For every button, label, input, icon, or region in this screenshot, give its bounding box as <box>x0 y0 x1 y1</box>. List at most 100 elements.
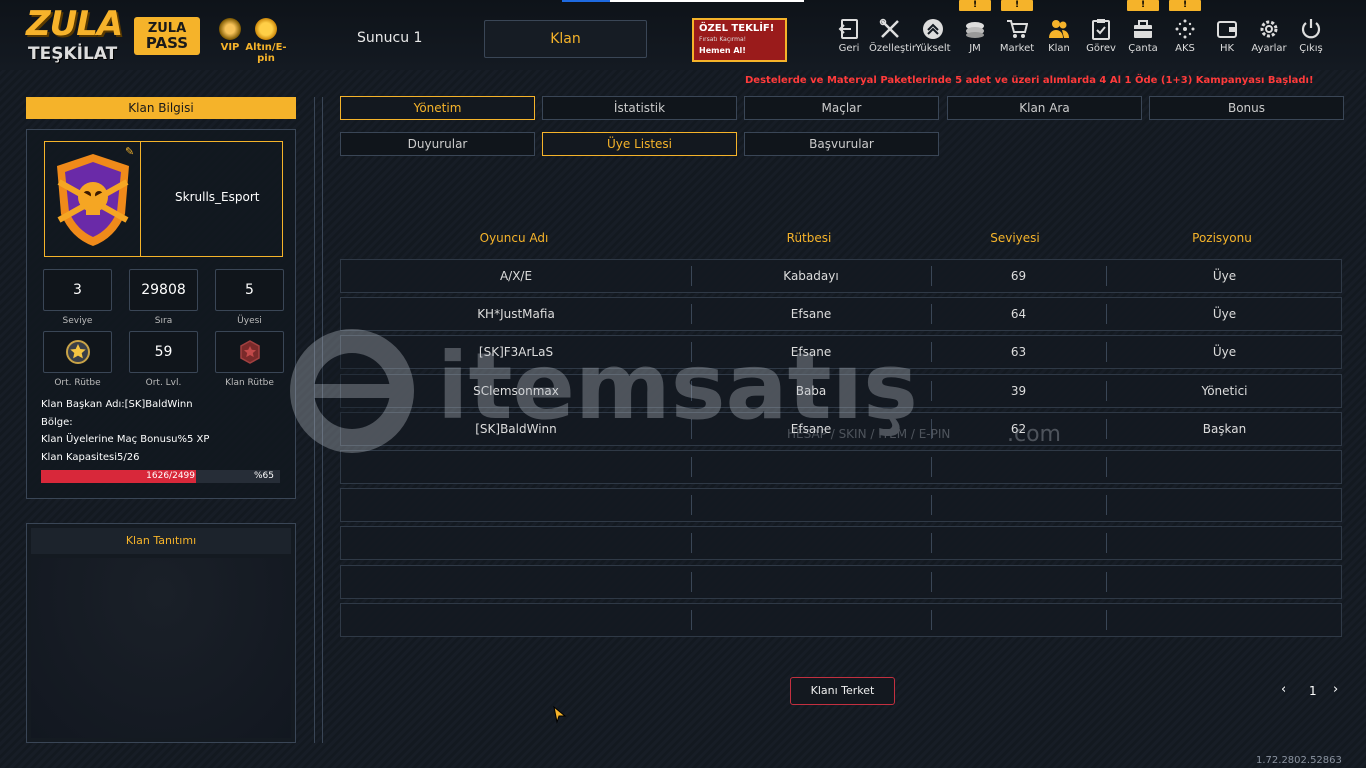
nav-back[interactable]: Geri <box>828 18 870 58</box>
special-offer-button[interactable]: ÖZEL TEKLİF! Fırsatı Kaçırma! Hemen Al! <box>692 18 787 62</box>
cell-divider <box>691 380 692 401</box>
cell-divider <box>931 342 932 363</box>
edit-pencil-icon[interactable]: ✎ <box>125 145 134 158</box>
prev-page-button[interactable]: ‹ <box>1281 682 1286 697</box>
offer-cta: Hemen Al! <box>699 46 746 55</box>
rank-cell <box>691 604 931 636</box>
player-name-cell <box>341 451 691 483</box>
clan-description-panel: Klan Tanıtımı <box>26 523 296 743</box>
section-title-box: Klan <box>484 20 647 58</box>
next-page-button[interactable]: › <box>1333 682 1338 697</box>
position-cell <box>1106 527 1343 559</box>
table-row[interactable]: KH*JustMafia Efsane 64 Üye <box>340 297 1342 332</box>
tab-uye-listesi[interactable]: Üye Listesi <box>542 132 737 156</box>
player-name-cell: [SK]BaldWinn <box>475 421 557 436</box>
gear-icon <box>1260 20 1278 38</box>
position-cell: Üye <box>1212 345 1237 360</box>
nav-label: Yükselt <box>915 43 951 54</box>
table-row[interactable] <box>340 450 1342 484</box>
nav-label: Görev <box>1086 43 1116 54</box>
column-header-player[interactable]: Oyuncu Adı <box>414 231 614 245</box>
divider <box>314 97 315 743</box>
nav-aks[interactable]: AKS <box>1164 18 1206 58</box>
tab-maclar[interactable]: Maçlar <box>744 96 939 120</box>
cell-divider <box>931 533 932 554</box>
nav-task[interactable]: Görev <box>1080 18 1122 58</box>
level-cell <box>931 604 1106 636</box>
rank-cell: Kabadayı <box>783 269 839 283</box>
table-row[interactable] <box>340 526 1343 561</box>
cell-divider <box>1106 571 1107 592</box>
rank-cell <box>691 527 931 559</box>
cell-divider <box>691 533 692 554</box>
zula-logo: ZULA TEŞKİLAT <box>26 6 123 66</box>
stat-avg-rank <box>43 331 112 373</box>
skull-shield-icon <box>57 154 129 246</box>
coins-icon <box>966 22 984 38</box>
stat-clan-rank <box>215 331 284 373</box>
table-row[interactable] <box>340 602 1342 637</box>
position-cell: Başkan <box>1202 421 1247 436</box>
tab-duyurular[interactable]: Duyurular <box>340 132 535 156</box>
level-cell <box>931 566 1106 598</box>
offer-title: ÖZEL TEKLİF! <box>699 23 775 34</box>
level-cell: 39 <box>1010 383 1027 398</box>
table-row[interactable] <box>340 488 1342 523</box>
vip-crown-icon <box>219 18 241 40</box>
player-name-cell: KH*JustMafia <box>477 307 555 322</box>
table-row[interactable] <box>340 564 1342 599</box>
cell-divider <box>1106 495 1107 516</box>
nav-hk[interactable]: HK <box>1206 18 1248 58</box>
clan-rank-icon <box>239 340 260 364</box>
pass-line2: PASS <box>145 34 189 52</box>
cell-divider <box>691 304 692 325</box>
vip-label: VIP <box>220 42 240 53</box>
player-name-cell <box>341 489 691 521</box>
notification-badge: ! <box>1127 0 1159 11</box>
leave-clan-button[interactable]: Klanı Terket <box>790 677 895 705</box>
tab-klan-ara[interactable]: Klan Ara <box>947 96 1142 120</box>
epin-button[interactable]: Altın/E-pin <box>240 18 292 64</box>
loading-progress <box>562 0 804 2</box>
player-name-cell <box>341 566 691 598</box>
table-row[interactable]: [SK]BaldWinn Efsane 62 Başkan <box>340 411 1342 446</box>
offer-sub: Fırsatı Kaçırma! <box>699 36 747 43</box>
power-icon <box>1301 19 1321 39</box>
level-cell: 64 <box>1010 307 1027 322</box>
nav-customize[interactable]: Özelleştir <box>869 18 917 58</box>
player-name-cell <box>341 604 691 636</box>
tab-istatistik[interactable]: İstatistik <box>542 96 737 120</box>
column-header-level[interactable]: Seviyesi <box>915 231 1115 245</box>
nav-clan[interactable]: Klan <box>1038 18 1080 58</box>
cell-divider <box>931 380 932 401</box>
column-header-rank[interactable]: Rütbesi <box>709 231 909 245</box>
table-row[interactable]: SClemsonmax Baba 39 Yönetici <box>340 373 1342 408</box>
nav-label: Ayarlar <box>1251 43 1287 54</box>
nav-jm[interactable]: JM <box>954 18 996 58</box>
table-row[interactable]: A/X/E Kabadayı 69 Üye <box>340 259 1342 293</box>
table-row[interactable]: [SK]F3ArLaS Efsane 63 Üye <box>340 335 1342 370</box>
tab-bonus[interactable]: Bonus <box>1149 96 1344 120</box>
epin-label: Altın/E-pin <box>245 42 287 64</box>
zula-pass-button[interactable]: ZULA PASS <box>134 17 200 55</box>
nav-label: Çıkış <box>1299 43 1323 54</box>
clan-region: Bölge: <box>41 417 73 428</box>
nav-label: Özelleştir <box>869 43 917 54</box>
version-label: 1.72.2802.52863 <box>1256 755 1342 766</box>
nav-settings[interactable]: Ayarlar <box>1248 18 1290 58</box>
column-header-position[interactable]: Pozisyonu <box>1122 231 1322 245</box>
cell-divider <box>691 495 692 516</box>
rank-cell: Efsane <box>790 307 832 322</box>
tab-yonetim[interactable]: Yönetim <box>340 96 535 120</box>
rank-cell: Efsane <box>790 345 832 360</box>
nav-exit[interactable]: Çıkış <box>1290 18 1332 58</box>
star-rank-icon <box>65 340 90 364</box>
player-name-cell: [SK]F3ArLaS <box>478 345 554 360</box>
tab-basvurular[interactable]: Başvurular <box>744 132 939 156</box>
cart-icon <box>1007 20 1028 38</box>
nav-upgrade[interactable]: Yükselt <box>912 18 954 58</box>
nav-bag[interactable]: Çanta <box>1122 18 1164 58</box>
clan-capacity: Klan Kapasitesi5/26 <box>41 452 140 463</box>
nav-market[interactable]: Market <box>996 18 1038 58</box>
nav-label: HK <box>1219 43 1235 54</box>
